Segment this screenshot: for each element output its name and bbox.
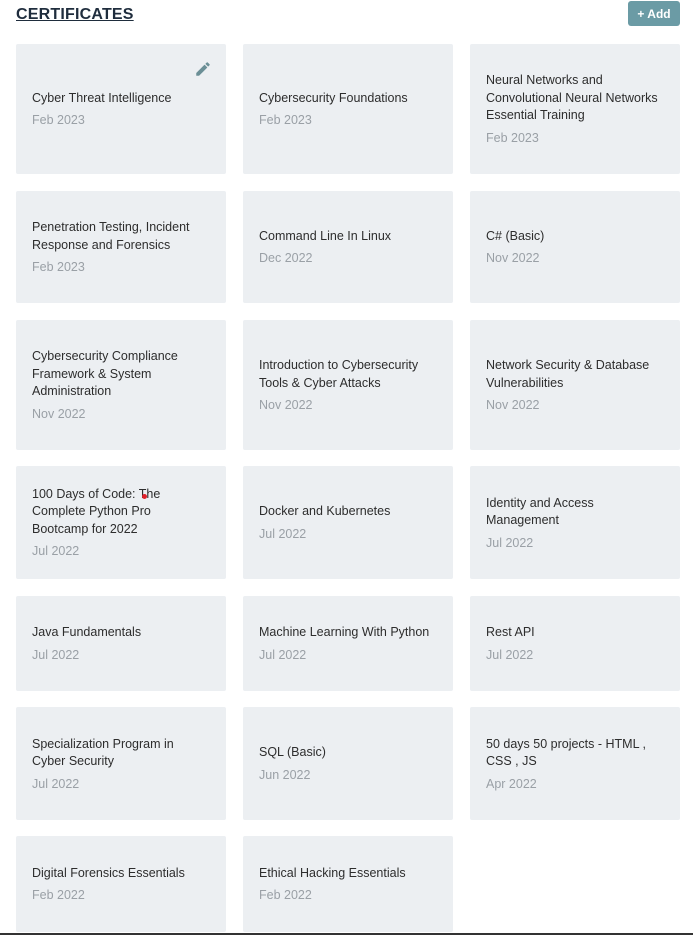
certificate-date: Jul 2022 (32, 544, 80, 559)
certificate-card[interactable]: Cybersecurity Foundations Feb 2023 (243, 44, 453, 174)
red-marker-dot (142, 494, 147, 499)
certificate-card[interactable]: Machine Learning With Python Jul 2022 (243, 596, 453, 691)
certificate-card[interactable]: 50 days 50 projects - HTML , CSS , JS Ap… (470, 707, 680, 820)
certificate-card[interactable]: Command Line In Linux Dec 2022 (243, 191, 453, 303)
certificate-date: Nov 2022 (486, 398, 540, 412)
certificate-card[interactable]: Cybersecurity Compliance Framework & Sys… (16, 320, 226, 450)
certificate-date: Feb 2022 (259, 888, 312, 903)
certificate-date: Jul 2022 (486, 647, 534, 662)
certificate-date: Jul 2022 (259, 647, 307, 662)
certificate-card[interactable]: Penetration Testing, Incident Response a… (16, 191, 226, 303)
certificate-card[interactable]: Ethical Hacking Essentials Feb 2022 (243, 836, 453, 932)
certificate-card[interactable]: Specialization Program in Cyber Security… (16, 707, 226, 820)
certificate-name: Cybersecurity Foundations (259, 90, 408, 105)
certificate-date: Jul 2022 (32, 647, 80, 662)
certificate-name: Network Security & Database Vulnerabilit… (486, 358, 650, 390)
certificate-name: 100 Days of Code: The Complete Python Pr… (32, 486, 161, 536)
certificate-date: Apr 2022 (486, 776, 537, 791)
certificate-date: Nov 2022 (259, 398, 313, 412)
certificate-name: Penetration Testing, Incident Response a… (32, 220, 190, 252)
certificate-name: Command Line In Linux (259, 228, 392, 243)
certificate-name: Identity and Access Management (486, 495, 594, 528)
add-certificate-button[interactable]: + Add (628, 1, 680, 26)
certificate-date: Nov 2022 (486, 251, 540, 266)
certificate-card[interactable]: Rest API Jul 2022 (470, 596, 680, 691)
certificate-name: Rest API (486, 625, 535, 640)
certificate-name: SQL (Basic) (259, 745, 326, 760)
certificate-card[interactable]: Introduction to Cybersecurity Tools & Cy… (243, 320, 453, 450)
certificate-name: Machine Learning With Python (259, 625, 430, 640)
pencil-icon[interactable] (194, 60, 212, 78)
certificate-name: Java Fundamentals (32, 625, 142, 640)
certificate-date: Feb 2022 (32, 888, 85, 903)
section-title: CERTIFICATES (16, 6, 134, 23)
certificate-name: Neural Networks and Convolutional Neural… (486, 73, 658, 123)
certificate-card[interactable]: Cyber Threat Intelligence Feb 2023 (16, 44, 226, 174)
certificate-date: Jul 2022 (259, 526, 307, 541)
certificate-card[interactable]: Identity and Access Management Jul 2022 (470, 466, 680, 579)
certificate-name: Cyber Threat Intelligence (32, 90, 172, 105)
certificate-name: Docker and Kubernetes (259, 504, 391, 519)
certificate-card[interactable]: Digital Forensics Essentials Feb 2022 (16, 836, 226, 932)
certificate-card[interactable]: SQL (Basic) Jun 2022 (243, 707, 453, 820)
section-header: CERTIFICATES + Add (16, 0, 680, 30)
certificate-date: Jul 2022 (486, 535, 534, 550)
certificate-date: Dec 2022 (259, 251, 313, 266)
certificate-card[interactable]: Docker and Kubernetes Jul 2022 (243, 466, 453, 579)
certificate-card[interactable]: Network Security & Database Vulnerabilit… (470, 320, 680, 450)
certificate-name: 50 days 50 projects - HTML , CSS , JS (486, 736, 647, 769)
certificate-card[interactable]: Neural Networks and Convolutional Neural… (470, 44, 680, 174)
certificate-date: Feb 2023 (259, 113, 312, 128)
certificate-date: Feb 2023 (32, 113, 85, 128)
certificate-name: Cybersecurity Compliance Framework & Sys… (32, 349, 178, 399)
certificate-name: Specialization Program in Cyber Security (32, 736, 174, 769)
certificate-name: Ethical Hacking Essentials (259, 865, 406, 880)
certificate-card[interactable]: C# (Basic) Nov 2022 (470, 191, 680, 303)
certificate-date: Jun 2022 (259, 767, 311, 782)
certificate-date: Nov 2022 (32, 406, 86, 421)
certificate-name: C# (Basic) (486, 228, 545, 243)
certificate-date: Feb 2023 (32, 260, 85, 274)
certificate-date: Feb 2023 (486, 130, 539, 145)
certificate-name: Introduction to Cybersecurity Tools & Cy… (259, 358, 419, 390)
certificate-name: Digital Forensics Essentials (32, 865, 185, 880)
certificate-card[interactable]: Java Fundamentals Jul 2022 (16, 596, 226, 691)
certificate-date: Jul 2022 (32, 776, 80, 791)
certificate-card[interactable]: 100 Days of Code: The Complete Python Pr… (16, 466, 226, 579)
